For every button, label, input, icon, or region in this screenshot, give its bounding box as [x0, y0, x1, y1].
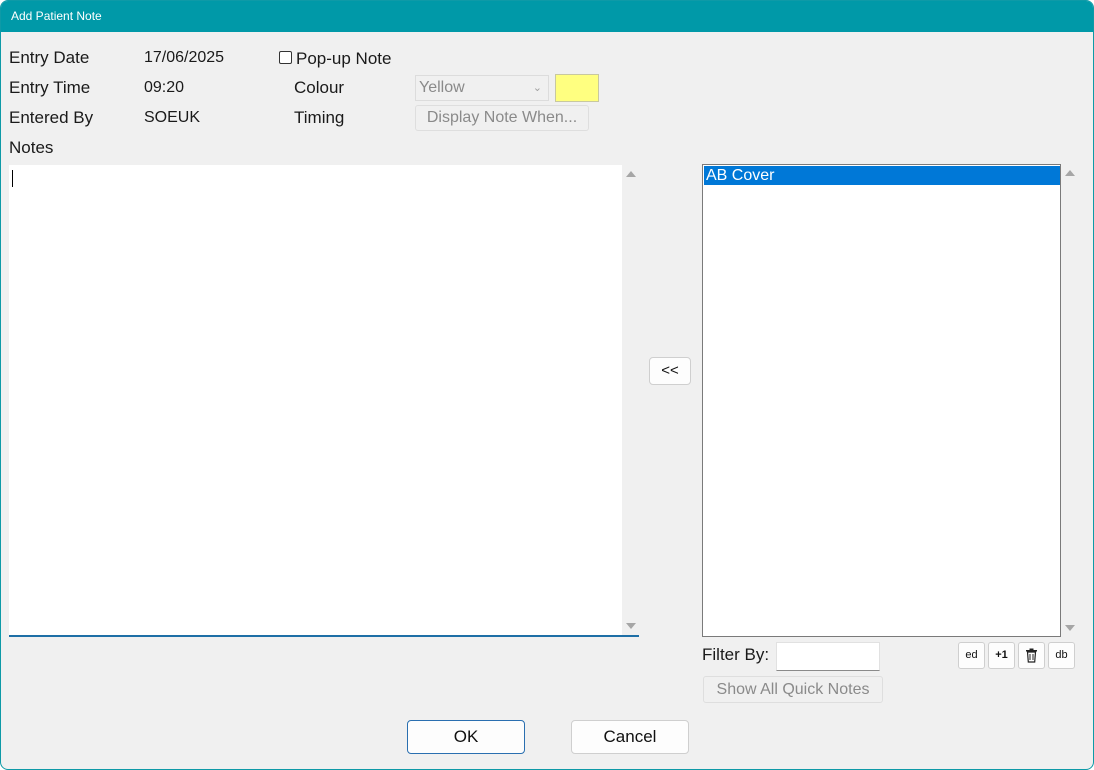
entered-by-label: Entered By [9, 108, 94, 127]
window-title: Add Patient Note [1, 1, 1093, 32]
quick-notes-scrollbar[interactable] [1061, 164, 1078, 637]
database-quick-note-button[interactable]: db [1048, 642, 1075, 669]
colour-select-value: Yellow [419, 79, 465, 96]
entry-time-label: Entry Time [9, 78, 91, 97]
edit-quick-note-button[interactable]: ed [958, 642, 985, 669]
timing-label: Timing [294, 108, 345, 127]
cancel-button[interactable]: Cancel [571, 720, 689, 754]
quick-notes-list[interactable]: AB Cover [702, 164, 1061, 637]
scroll-up-icon[interactable] [626, 171, 636, 177]
entry-date-value: 17/06/2025 [144, 49, 225, 66]
notes-label: Notes [9, 138, 54, 157]
delete-quick-note-button[interactable] [1018, 642, 1045, 669]
scroll-down-icon[interactable] [626, 623, 636, 629]
colour-select[interactable]: Yellow ⌄ [415, 75, 549, 101]
filter-input[interactable] [776, 642, 880, 671]
add-quick-note-button[interactable]: +1 [988, 642, 1015, 669]
scroll-down-icon[interactable] [1065, 625, 1075, 631]
add-patient-note-dialog: Add Patient Note Entry Date 17/06/2025 E… [0, 0, 1094, 770]
entry-time-value: 09:20 [144, 79, 185, 96]
insert-quick-note-button[interactable]: << [649, 357, 691, 385]
chevron-down-icon: ⌄ [532, 82, 542, 94]
popup-note-label[interactable]: Pop-up Note [296, 49, 391, 69]
show-all-quick-notes-button[interactable]: Show All Quick Notes [703, 676, 883, 703]
add-one-icon: +1 [995, 649, 1008, 661]
entry-date-label: Entry Date [9, 48, 90, 67]
edit-icon: ed [965, 649, 978, 661]
trash-icon [1026, 648, 1037, 663]
ok-button[interactable]: OK [407, 720, 525, 754]
notes-textarea[interactable] [9, 165, 639, 637]
popup-note-checkbox[interactable] [279, 51, 292, 64]
list-item[interactable]: AB Cover [704, 166, 1060, 185]
filter-by-label: Filter By: [702, 645, 770, 664]
text-caret [12, 170, 13, 187]
colour-label: Colour [294, 78, 345, 97]
notes-scrollbar[interactable] [622, 165, 639, 635]
scroll-up-icon[interactable] [1065, 170, 1075, 176]
entered-by-value: SOEUK [144, 109, 201, 126]
database-icon: db [1055, 649, 1068, 661]
display-note-when-button[interactable]: Display Note When... [415, 105, 589, 131]
colour-swatch[interactable] [555, 74, 599, 102]
